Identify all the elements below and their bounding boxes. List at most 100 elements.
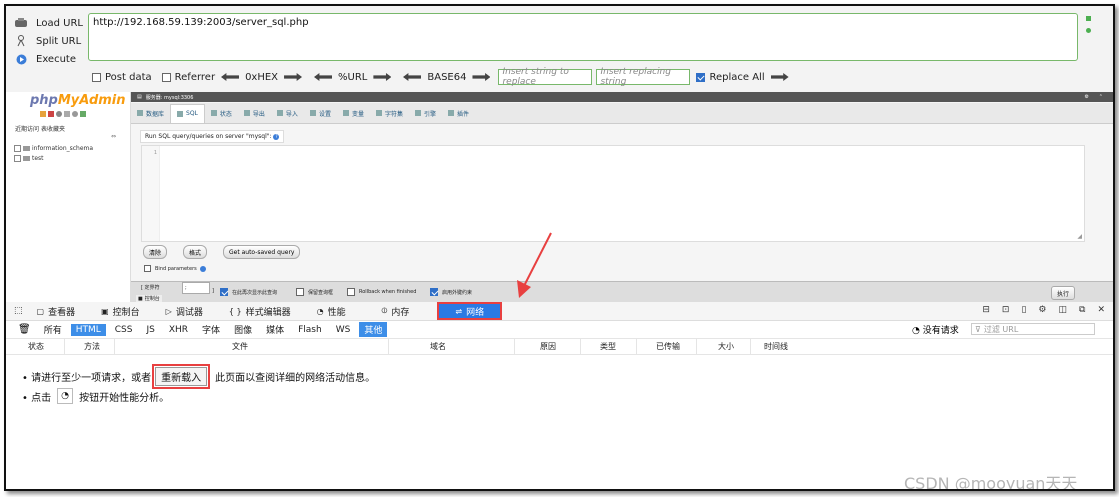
pick-element-icon[interactable]: ⬚ [6,302,31,320]
post-data-checkbox[interactable] [92,72,101,82]
tab-plugins[interactable]: 插件 [442,104,475,122]
execute-button[interactable]: Execute [14,51,76,67]
clear-button[interactable]: 清除 [143,245,168,259]
foreign-keys-option[interactable]: 启用外键约束 [430,288,472,296]
close-icon[interactable]: ✕ [1097,305,1105,315]
tab-memory[interactable]: ⦶ 内存 [376,302,416,320]
tab-style-editor[interactable]: { } 样式编辑器 [223,302,297,320]
hackbar-options: Post data Referrer 0xHEX %URL BASE64 Ins… [92,67,795,87]
performance-analysis-button[interactable]: ◔ [57,388,74,404]
bind-parameters-checkbox[interactable] [144,265,151,272]
auto-saved-query-button[interactable]: Get auto-saved query [223,245,301,259]
filter-url-input[interactable]: ⊽ 过滤 URL [971,323,1095,335]
delimiter-input[interactable]: ; [182,282,210,294]
filter-other[interactable]: 其他 [359,322,388,337]
execute-query-button[interactable]: 执行 [1051,286,1076,300]
tab-performance[interactable]: ◔ 性能 [311,302,352,320]
screenshot-icon[interactable]: ⊡ [1002,305,1010,315]
tab-sql[interactable]: SQL [170,103,205,123]
filter-fonts[interactable]: 字体 [197,322,225,337]
col-size[interactable]: 大小 [718,341,734,352]
popout-icon[interactable]: ⧉ [1079,305,1085,315]
help-icon[interactable]: ? [273,134,280,140]
show-again-option[interactable]: 在此再次显示此查询 [220,288,277,296]
tab-databases[interactable]: 数据库 [131,104,170,122]
col-domain[interactable]: 域名 [430,341,446,352]
replacing-string-input[interactable]: Insert replacing string [596,67,691,87]
base64-decode-arrow-icon[interactable] [403,73,421,81]
load-url-button[interactable]: Load URL [14,15,83,31]
tab-settings[interactable]: 设置 [304,104,337,122]
retain-box-option[interactable]: 保留查询框 [296,288,333,296]
sql-editor[interactable]: 1 ◢ [141,145,1085,242]
gear-icon[interactable]: ⚙ [1038,305,1046,315]
replace-all-checkbox[interactable] [696,72,706,82]
base64-encode-arrow-icon[interactable] [472,73,491,81]
gear-icon[interactable]: ⚙ [1085,94,1089,100]
link-icon[interactable]: ⇔ [111,133,116,140]
replace-arrow-icon[interactable] [770,73,789,81]
no-request-toggle[interactable]: ◔ 没有请求 [912,323,959,336]
expand-icon[interactable] [14,145,21,152]
resize-handle-icon[interactable]: ◢ [1077,233,1082,240]
tab-console[interactable]: ▣ 控制台 [95,302,146,320]
col-method[interactable]: 方法 [84,341,100,352]
device-icon[interactable]: ▯ [1021,305,1026,315]
split-url-button[interactable]: Split URL [14,33,81,49]
reload-nav-icon[interactable] [80,111,86,117]
db-item-information-schema[interactable]: information_schema [14,145,93,152]
tab-engines[interactable]: 引擎 [409,104,442,122]
tab-import[interactable]: 导入 [271,104,304,122]
tab-variables[interactable]: 变量 [337,104,370,122]
docs-icon[interactable] [64,111,70,117]
help-icon[interactable] [56,111,62,117]
col-type[interactable]: 类型 [600,341,616,352]
devtools-tabs: ⬚ ▢ 查看器 ▣ 控制台 ▷ 调试器 { } 样式编辑器 ◔ 性能 ⦶ 内存 ⇌ 网络 ⊟ … [6,302,1113,321]
tab-export[interactable]: 导出 [238,104,271,122]
col-status[interactable]: 状态 [28,341,44,352]
reload-button[interactable]: 重新载入 [152,364,211,389]
hex-encode-arrow-icon[interactable] [284,73,303,81]
url-textarea[interactable]: http://192.168.59.139:2003/server_sql.ph… [88,13,1078,61]
filter-css[interactable]: CSS [110,324,138,336]
referrer-checkbox[interactable] [161,72,171,82]
tab-inspector[interactable]: ▢ 查看器 [31,302,82,320]
bind-parameters[interactable]: Bind parameters [144,265,206,272]
responsive-icon[interactable]: ⊟ [982,305,990,315]
rollback-option[interactable]: Rollback when finished [347,288,416,296]
filter-images[interactable]: 图像 [229,322,257,337]
col-file[interactable]: 文件 [232,341,248,352]
filter-media[interactable]: 媒体 [261,322,289,337]
expand-icon[interactable] [14,155,21,162]
format-button[interactable]: 格式 [183,245,208,259]
url-encode-arrow-icon[interactable] [373,73,392,81]
tab-network[interactable]: ⇌ 网络 [437,302,503,320]
filter-all[interactable]: 所有 [39,322,67,337]
insert-string-input[interactable]: Insert string to replace [498,67,593,87]
home-icon[interactable] [40,111,46,117]
favorites-link[interactable]: 表收藏夹 [41,124,65,133]
tab-status[interactable]: 状态 [205,104,238,122]
col-cause[interactable]: 原因 [540,341,556,352]
col-timeline[interactable]: 时间线 [764,341,788,352]
tab-debugger[interactable]: ▷ 调试器 [160,302,209,320]
hex-decode-arrow-icon[interactable] [221,73,239,81]
url-decode-arrow-icon[interactable] [314,73,332,81]
db-item-test[interactable]: test [14,155,44,162]
tab-charsets[interactable]: 字符集 [370,104,409,122]
col-transferred[interactable]: 已传输 [656,341,680,352]
pma-logo[interactable]: phpMyAdmin [30,93,126,108]
trash-icon[interactable]: 🗑 [18,324,31,335]
collapse-icon[interactable]: ⌃ [1099,94,1103,100]
recent-link[interactable]: 近期访问 [15,124,39,133]
filter-html[interactable]: HTML [70,323,106,336]
dock-icon[interactable]: ◫ [1059,305,1068,315]
filter-xhr[interactable]: XHR [164,324,193,336]
help-icon[interactable] [199,265,206,272]
logout-icon[interactable] [48,111,54,117]
settings-icon[interactable] [72,111,78,117]
filter-ws[interactable]: WS [331,324,356,336]
filter-js[interactable]: JS [141,324,159,336]
filter-flash[interactable]: Flash [293,324,327,336]
console-toggle[interactable]: ■ 控制台 [136,295,162,302]
